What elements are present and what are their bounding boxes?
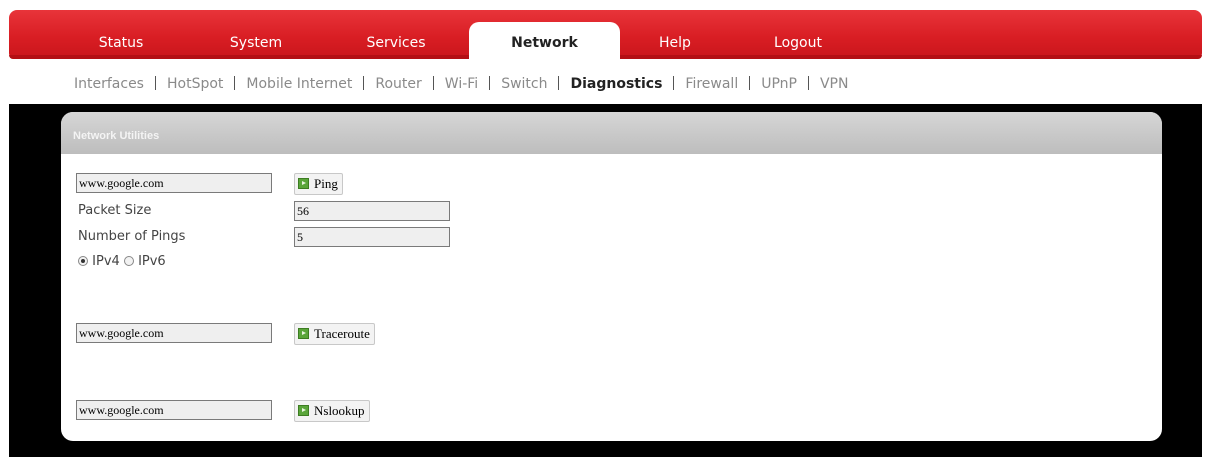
sub-nav-separator	[432, 76, 434, 90]
sub-nav-router[interactable]: Router	[375, 76, 421, 92]
sub-nav-separator	[807, 76, 809, 90]
sub-nav-interfaces[interactable]: Interfaces	[74, 76, 144, 92]
sub-nav-firewall[interactable]: Firewall	[685, 76, 738, 92]
sub-nav: Interfaces HotSpot Mobile Internet Router Wi…	[74, 76, 848, 92]
sub-nav-separator	[489, 76, 491, 90]
network-utilities-panel: Network Utilities	[61, 112, 1162, 441]
nslookup-button[interactable]: Nslookup	[294, 400, 370, 422]
traceroute-button-label: Traceroute	[314, 326, 370, 341]
ping-button-label: Ping	[314, 176, 338, 191]
packet-size-label: Packet Size	[78, 203, 152, 218]
main-nav-system[interactable]: System	[214, 22, 298, 62]
nslookup-button-label: Nslookup	[314, 403, 365, 418]
play-icon	[298, 328, 309, 339]
ping-host-input[interactable]	[76, 173, 272, 193]
ipv4-label: IPv4	[92, 254, 120, 269]
traceroute-button[interactable]: Traceroute	[294, 323, 375, 345]
sub-nav-hotspot[interactable]: HotSpot	[167, 76, 223, 92]
sub-nav-vpn[interactable]: VPN	[820, 76, 849, 92]
sub-nav-wifi[interactable]: Wi-Fi	[445, 76, 478, 92]
ip-version-selector: IPv4 IPv6	[78, 254, 166, 269]
main-nav-help[interactable]: Help	[645, 22, 705, 62]
sub-nav-separator	[749, 76, 751, 90]
number-of-pings-label: Number of Pings	[78, 229, 186, 244]
sub-nav-separator	[154, 76, 156, 90]
ipv6-radio[interactable]	[123, 256, 134, 266]
sub-nav-separator	[558, 76, 560, 90]
play-icon	[298, 405, 309, 416]
main-nav-network[interactable]: Network	[469, 22, 620, 62]
sub-nav-mobile-internet[interactable]: Mobile Internet	[246, 76, 352, 92]
sub-nav-diagnostics[interactable]: Diagnostics	[570, 76, 662, 92]
nslookup-host-input[interactable]	[76, 400, 272, 420]
number-of-pings-input[interactable]	[294, 227, 450, 247]
packet-size-input[interactable]	[294, 201, 450, 221]
panel-title: Network Utilities	[73, 130, 160, 142]
ping-button[interactable]: Ping	[294, 173, 343, 195]
sub-nav-separator	[234, 76, 236, 90]
main-nav-status[interactable]: Status	[80, 22, 162, 62]
traceroute-host-input[interactable]	[76, 323, 272, 343]
play-icon	[298, 178, 309, 189]
sub-nav-switch[interactable]: Switch	[501, 76, 547, 92]
sub-nav-upnp[interactable]: UPnP	[761, 76, 797, 92]
main-nav-logout[interactable]: Logout	[760, 22, 836, 62]
ipv6-label: IPv6	[138, 254, 166, 269]
main-nav-services[interactable]: Services	[352, 22, 440, 62]
ipv4-radio[interactable]	[78, 256, 88, 266]
sub-nav-separator	[673, 76, 675, 90]
panel-header	[61, 112, 1162, 154]
sub-nav-separator	[363, 76, 365, 90]
